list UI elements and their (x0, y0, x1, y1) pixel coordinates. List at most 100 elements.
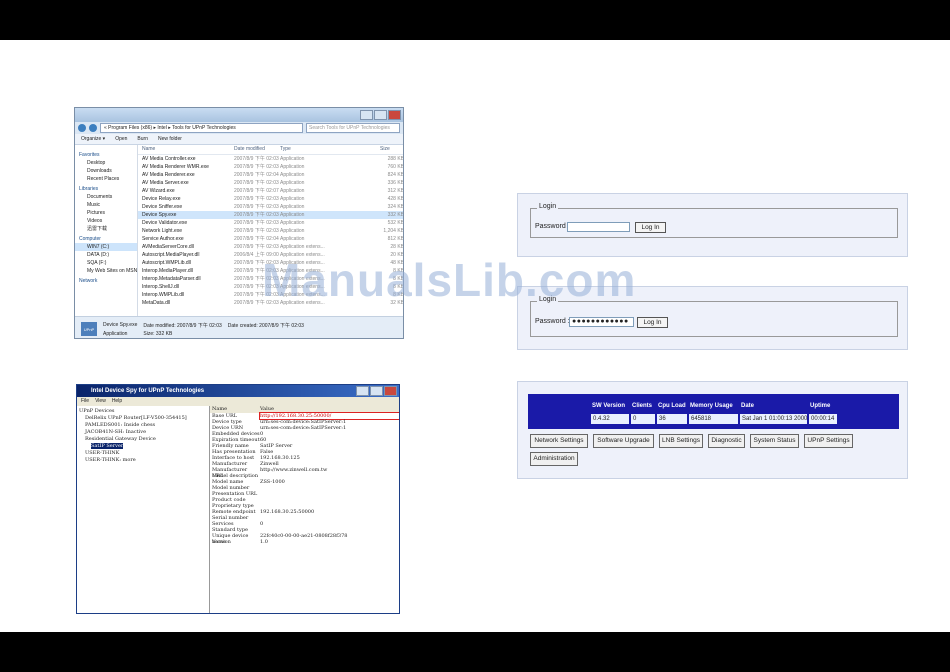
nav-item[interactable]: WIN7 (C:) (75, 243, 137, 251)
property-name: Version (212, 539, 231, 545)
password-input[interactable] (567, 222, 630, 232)
nav-item[interactable]: Documents (75, 193, 137, 201)
file-date: 2007/8/9 下午 02:03 (234, 228, 279, 234)
minimize-icon[interactable] (360, 110, 373, 120)
tree-item[interactable]: SatIP Server (77, 443, 209, 450)
tree-item[interactable]: DelRelix UPnP Router[LF-V500-354415] (77, 415, 209, 422)
menu-item[interactable]: Help (112, 397, 122, 406)
tree-item-label: PAMLEDS001: Inside chess (85, 422, 156, 428)
maximize-icon[interactable] (370, 386, 383, 396)
nav-item[interactable]: Network (75, 277, 137, 285)
file-row[interactable]: AVMediaServerCore.dll 2007/8/9 下午 02:03 Ap… (138, 243, 403, 251)
login-fieldset: Login Password : Log In (530, 203, 898, 238)
login-button[interactable]: Log In (635, 222, 666, 233)
column-header[interactable]: Size (380, 145, 403, 154)
property-row[interactable]: Version 1.0 (210, 539, 399, 545)
toolbar-button[interactable]: Open (115, 136, 127, 142)
nav-item[interactable]: Computer (75, 235, 137, 243)
file-row[interactable]: Device Spy.exe 2007/8/9 下午 02:03 Applicati… (138, 211, 403, 219)
software-upgrade-button[interactable]: Software Upgrade (593, 434, 654, 448)
file-row[interactable]: AV Media Renderer WMR.exe 2007/8/9 下午 02:… (138, 163, 403, 171)
tree-item[interactable]: PAMLEDS001: Inside chess (77, 422, 209, 429)
file-row[interactable]: AV Wizard.exe 2007/8/9 下午 02:07 Applicatio… (138, 187, 403, 195)
tree-item[interactable]: USER-THINK (77, 450, 209, 457)
nav-item[interactable]: Favorites (75, 151, 137, 159)
upnp-settings-button[interactable]: UPnP Settings (804, 434, 853, 448)
toolbar-button[interactable]: New folder (158, 136, 182, 142)
file-type: Application (280, 180, 305, 186)
diagnostic-button[interactable]: Diagnostic (708, 434, 745, 448)
column-header[interactable]: Date modified (234, 145, 280, 154)
device-spy-window: Intel Device Spy for UPnP Technologies F… (76, 384, 400, 614)
file-row[interactable]: Device Relay.exe 2007/8/9 下午 02:03 Applica… (138, 195, 403, 203)
close-icon[interactable] (384, 386, 397, 396)
network-settings-button[interactable]: Network Settings (530, 434, 588, 448)
administration-button[interactable]: Administration (530, 452, 578, 466)
lnb-settings-button[interactable]: LNB Settings (659, 434, 703, 448)
maximize-icon[interactable] (374, 110, 387, 120)
explorer-address-row: « Program Files (x86) ▸ Intel ▸ Tools fo… (75, 122, 403, 134)
file-row[interactable]: AV Media Renderer.exe 2007/8/9 下午 02:04 Ap… (138, 171, 403, 179)
tree-item[interactable]: USER-THINK: more (77, 457, 209, 464)
system-status-button[interactable]: System Status (750, 434, 799, 448)
nav-item[interactable]: Videos (75, 217, 137, 225)
file-date: 2007/8/9 下午 02:03 (234, 212, 279, 218)
file-name: Interop.MediaPlayer.dll (142, 268, 193, 274)
upnp-logo: UPnP (81, 322, 97, 336)
file-row[interactable]: Device Validator.exe 2007/8/9 下午 02:03 App… (138, 219, 403, 227)
password-input[interactable]: ●●●●●●●●●●●● (569, 317, 634, 327)
tree-item[interactable]: Residential Gateway Device (77, 436, 209, 443)
tree-item-label: Residential Gateway Device (85, 436, 156, 442)
nav-item[interactable]: 迅雷下载 (75, 225, 137, 233)
minimize-icon[interactable] (356, 386, 369, 396)
login-legend: Login (537, 203, 559, 210)
status-value: 645818 (689, 414, 738, 424)
nav-item[interactable]: Desktop (75, 159, 137, 167)
tree-item[interactable]: UPnP Devices (77, 408, 209, 415)
file-row[interactable]: AV Media Controller.exe 2007/8/9 下午 02:03… (138, 155, 403, 163)
file-spacer (338, 219, 380, 227)
menu-item[interactable]: File (81, 397, 89, 406)
property-value: 1.0 (260, 539, 268, 545)
property-column-header[interactable]: Name (212, 406, 260, 413)
file-name: Interop.MetadataParser.dll (142, 276, 201, 282)
status-value: 36 (657, 414, 687, 424)
nav-item[interactable]: Downloads (75, 167, 137, 175)
file-date: 2007/8/9 下午 02:03 (234, 180, 279, 186)
file-spacer (338, 155, 380, 163)
column-header[interactable]: Type (280, 145, 338, 154)
file-name: Service Author.exe (142, 236, 184, 242)
details-pane: UPnP Device Spy.exe Date modified: 2007/… (75, 316, 403, 338)
nav-item[interactable]: Pictures (75, 209, 137, 217)
file-type: Application (280, 204, 305, 210)
toolbar-button[interactable]: Burn (137, 136, 148, 142)
nav-item[interactable]: Recent Places (75, 175, 137, 183)
nav-item[interactable]: My Web Sites on MSN (75, 267, 137, 275)
address-bar[interactable]: « Program Files (x86) ▸ Intel ▸ Tools fo… (100, 123, 303, 133)
toolbar-button[interactable]: Organize ▾ (81, 136, 105, 142)
close-icon[interactable] (388, 110, 401, 120)
file-row[interactable]: Network Light.exe 2007/8/9 下午 02:03 Applic… (138, 227, 403, 235)
forward-icon[interactable] (89, 124, 97, 132)
file-row[interactable]: AV Media Server.exe 2007/8/9 下午 02:03 Appl… (138, 179, 403, 187)
tree-item[interactable]: JACOB41N-SH: Inactive (77, 429, 209, 436)
nav-item[interactable]: SQA (F:) (75, 259, 137, 267)
status-header: Date (741, 403, 755, 409)
file-spacer (338, 203, 380, 211)
search-input[interactable]: Search Tools for UPnP Technologies (306, 123, 400, 133)
explorer-titlebar (75, 108, 403, 122)
login-button[interactable]: Log In (637, 317, 668, 328)
file-date: 2007/8/9 下午 02:03 (234, 196, 279, 202)
menu-item[interactable]: View (95, 397, 106, 406)
property-column-header[interactable]: Value (260, 406, 399, 413)
file-spacer (338, 187, 380, 195)
nav-item[interactable]: Music (75, 201, 137, 209)
back-icon[interactable] (78, 124, 86, 132)
file-name: Interop.ShellJ.dll (142, 284, 179, 290)
column-header[interactable]: Name (142, 145, 234, 154)
file-row[interactable]: Device Sniffer.exe 2007/8/9 下午 02:03 Appli… (138, 203, 403, 211)
status-value: 00:00:14 (809, 414, 837, 424)
nav-item[interactable]: Libraries (75, 185, 137, 193)
file-row[interactable]: Service Author.exe 2007/8/9 下午 02:04 Appli… (138, 235, 403, 243)
nav-item[interactable]: DATA (D:) (75, 251, 137, 259)
